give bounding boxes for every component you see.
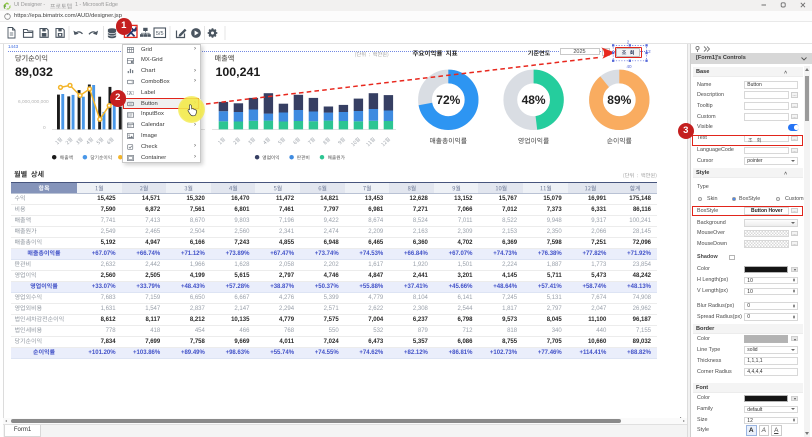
svg-text:12: 12 bbox=[646, 49, 652, 54]
svg-text:40: 40 bbox=[626, 64, 632, 69]
svg-text:2: 2 bbox=[627, 40, 630, 45]
